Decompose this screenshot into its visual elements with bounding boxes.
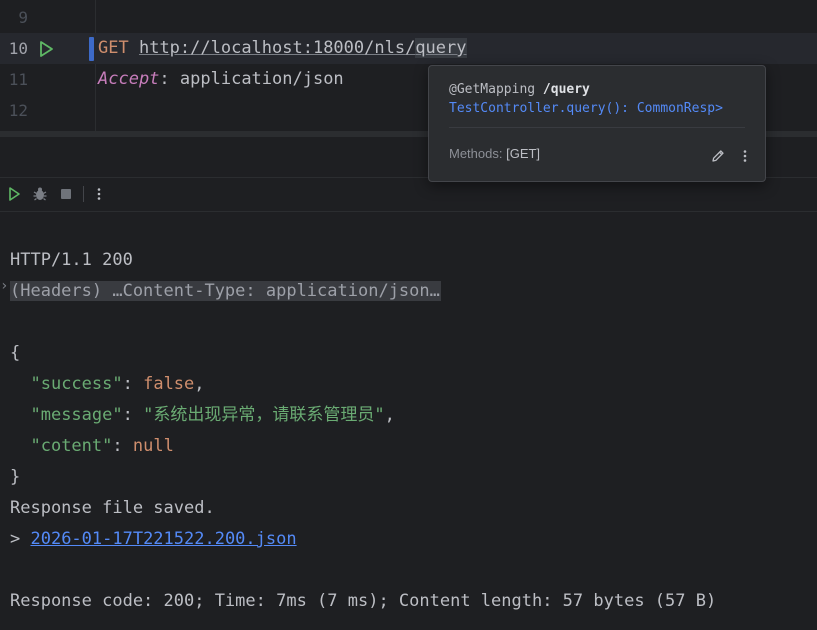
headers-fold-line[interactable]: (Headers) …Content-Type: application/jso…: [10, 276, 441, 307]
status-line: HTTP/1.1 200: [10, 250, 133, 270]
header-separator: :: [159, 69, 180, 89]
editor-line-10[interactable]: 10 GET http://localhost:18000/nls/query: [0, 33, 817, 64]
line-number: 10: [8, 39, 28, 58]
json-colon: :: [122, 374, 144, 394]
json-value: null: [132, 436, 174, 456]
debug-icon[interactable]: [32, 186, 48, 202]
response-summary: Response code: 200; Time: 7ms (7 ms); Co…: [10, 591, 717, 611]
edit-icon[interactable]: [710, 148, 726, 164]
json-value: false: [143, 374, 195, 394]
json-value: "系统出现异常，请联系管理员": [143, 405, 385, 425]
run-request-icon[interactable]: [37, 40, 55, 58]
controller-method-link[interactable]: TestController.query(): CommonResp>: [449, 101, 723, 116]
toolbar-divider: [83, 186, 84, 202]
endpoint-info-popup: @GetMapping /query TestController.query(…: [428, 65, 766, 182]
change-marker: [89, 37, 94, 61]
line-number: 11: [8, 70, 28, 89]
run-icon[interactable]: [6, 186, 22, 202]
json-key: "success": [30, 374, 123, 394]
popup-divider: [449, 127, 745, 128]
json-field-message: "message": "系统出现异常，请联系管理员",: [10, 400, 395, 431]
mapping-annotation: @GetMapping /query: [449, 82, 590, 97]
line-number: 12: [8, 101, 28, 120]
methods-label: Methods:: [449, 146, 507, 161]
json-field-success: "success": false,: [10, 369, 205, 400]
json-colon: :: [112, 436, 133, 456]
methods-value: [GET]: [506, 146, 541, 161]
json-colon: :: [122, 405, 144, 425]
header-name: Accept: [98, 69, 160, 89]
mapping-path: /query: [542, 82, 590, 97]
file-prefix: >: [10, 529, 31, 549]
request-url-endpoint[interactable]: query: [415, 38, 467, 58]
request-line[interactable]: GET http://localhost:18000/nls/query: [98, 33, 467, 64]
run-toolbar: [0, 178, 817, 212]
json-comma: ,: [384, 405, 395, 425]
stop-icon[interactable]: [58, 186, 74, 202]
json-close-brace: }: [10, 467, 21, 487]
json-key: "cotent": [30, 436, 113, 456]
json-key: "message": [30, 405, 123, 425]
more-vertical-icon[interactable]: [737, 148, 753, 164]
json-open-brace: {: [10, 343, 21, 363]
response-file-link[interactable]: 2026-01-17T221522.200.json: [30, 529, 296, 549]
json-comma: ,: [194, 374, 205, 394]
line-number: 9: [18, 8, 28, 27]
headers-fold[interactable]: (Headers) …Content-Type: application/jso…: [10, 281, 441, 301]
more-vertical-icon[interactable]: [91, 186, 107, 202]
annotation-name: @GetMapping: [449, 82, 543, 97]
request-url[interactable]: http://localhost:18000/nls/query: [139, 38, 467, 58]
http-method: GET: [98, 38, 129, 58]
chevron-right-icon[interactable]: ›: [0, 278, 8, 294]
editor-line-9: 9: [0, 2, 817, 33]
request-header-line[interactable]: Accept: application/json: [98, 64, 344, 95]
response-saved-text: Response file saved.: [10, 498, 215, 518]
response-file-line: > 2026-01-17T221522.200.json: [10, 524, 297, 555]
response-output[interactable]: HTTP/1.1 200 › (Headers) …Content-Type: …: [0, 212, 817, 630]
header-value: application/json: [179, 69, 344, 89]
request-url-prefix: http://localhost:18000/nls/: [138, 38, 416, 58]
json-field-cotent: "cotent": null: [10, 431, 174, 462]
http-methods: Methods: [GET]: [449, 146, 540, 161]
